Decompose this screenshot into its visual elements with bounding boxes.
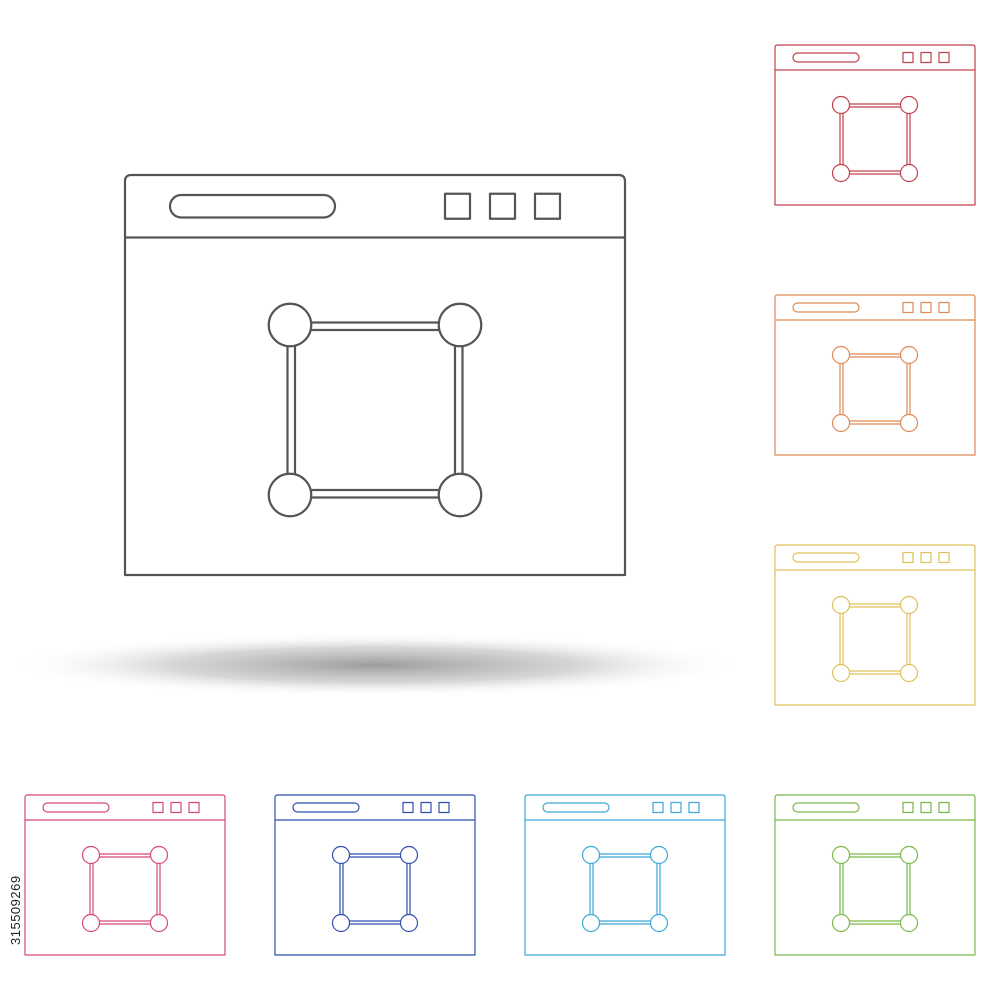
corner-handle-bl-icon [831, 413, 851, 433]
corner-handle-br-icon [899, 413, 919, 433]
selection-inner [592, 856, 658, 922]
selection-outline [839, 603, 911, 675]
maximize-icon [420, 801, 432, 814]
selection-inner [842, 356, 908, 422]
selection-inner [293, 328, 457, 492]
corner-handle-tl-icon [831, 345, 851, 365]
corner-handle-br-icon [899, 663, 919, 683]
corner-handle-bl-icon [831, 663, 851, 683]
browser-selection-icon-blue [274, 794, 476, 956]
corner-handle-bl-icon [267, 472, 313, 518]
selection-outline [839, 853, 911, 925]
selection-inner [92, 856, 158, 922]
stock-id-watermark: 315509269 [8, 875, 23, 945]
minimize-icon [902, 301, 914, 314]
maximize-icon [488, 192, 517, 220]
corner-handle-br-icon [399, 913, 419, 933]
corner-handle-br-icon [437, 472, 483, 518]
minimize-icon [402, 801, 414, 814]
corner-handle-bl-icon [581, 913, 601, 933]
corner-handle-tl-icon [581, 845, 601, 865]
close-icon [938, 51, 950, 64]
address-bar [292, 802, 360, 813]
window-frame [774, 44, 976, 206]
corner-handle-br-icon [899, 913, 919, 933]
corner-handle-bl-icon [81, 913, 101, 933]
window-frame [774, 794, 976, 956]
minimize-icon [152, 801, 164, 814]
minimize-icon [902, 801, 914, 814]
maximize-icon [670, 801, 682, 814]
selection-outline [589, 853, 661, 925]
close-icon [938, 301, 950, 314]
address-bar [792, 52, 860, 63]
browser-selection-icon-yellow [774, 544, 976, 706]
browser-selection-icon-light-blue [524, 794, 726, 956]
maximize-icon [170, 801, 182, 814]
minimize-icon [902, 51, 914, 64]
address-bar [792, 802, 860, 813]
corner-handle-tl-icon [831, 845, 851, 865]
drop-shadow [5, 633, 745, 697]
selection-inner [842, 606, 908, 672]
close-icon [188, 801, 200, 814]
browser-selection-icon-red [774, 44, 976, 206]
corner-handle-br-icon [149, 913, 169, 933]
window-frame [774, 294, 976, 456]
window-frame [274, 794, 476, 956]
browser-selection-icon-main [123, 173, 627, 577]
maximize-icon [920, 801, 932, 814]
address-bar [42, 802, 110, 813]
minimize-icon [652, 801, 664, 814]
corner-handle-tr-icon [399, 845, 419, 865]
icon-sheet [5, 44, 976, 956]
selection-inner [342, 856, 408, 922]
close-icon [438, 801, 450, 814]
corner-handle-tr-icon [899, 595, 919, 615]
maximize-icon [920, 301, 932, 314]
window-frame [123, 173, 627, 577]
maximize-icon [920, 551, 932, 564]
browser-selection-icon-orange [774, 294, 976, 456]
close-icon [938, 801, 950, 814]
close-icon [688, 801, 700, 814]
address-bar [792, 552, 860, 563]
corner-handle-bl-icon [831, 913, 851, 933]
address-bar [168, 193, 337, 219]
close-icon [533, 192, 562, 220]
corner-handle-bl-icon [331, 913, 351, 933]
close-icon [938, 551, 950, 564]
corner-handle-bl-icon [831, 163, 851, 183]
address-bar [542, 802, 610, 813]
selection-outline [839, 103, 911, 175]
minimize-icon [443, 192, 472, 220]
address-bar [792, 302, 860, 313]
corner-handle-tl-icon [831, 95, 851, 115]
window-frame [774, 544, 976, 706]
selection-outline [339, 853, 411, 925]
window-frame [524, 794, 726, 956]
browser-selection-icon-pink [24, 794, 226, 956]
selection-outline [89, 853, 161, 925]
corner-handle-tl-icon [267, 302, 313, 348]
corner-handle-tl-icon [831, 595, 851, 615]
minimize-icon [902, 551, 914, 564]
corner-handle-tr-icon [437, 302, 483, 348]
corner-handle-tr-icon [899, 95, 919, 115]
corner-handle-tr-icon [899, 345, 919, 365]
corner-handle-tl-icon [331, 845, 351, 865]
maximize-icon [920, 51, 932, 64]
window-frame [24, 794, 226, 956]
selection-outline [839, 353, 911, 425]
browser-selection-icon-green [774, 794, 976, 956]
corner-handle-tr-icon [899, 845, 919, 865]
corner-handle-br-icon [899, 163, 919, 183]
corner-handle-br-icon [649, 913, 669, 933]
corner-handle-tr-icon [649, 845, 669, 865]
selection-inner [842, 106, 908, 172]
corner-handle-tl-icon [81, 845, 101, 865]
selection-outline [286, 321, 464, 499]
selection-inner [842, 856, 908, 922]
corner-handle-tr-icon [149, 845, 169, 865]
